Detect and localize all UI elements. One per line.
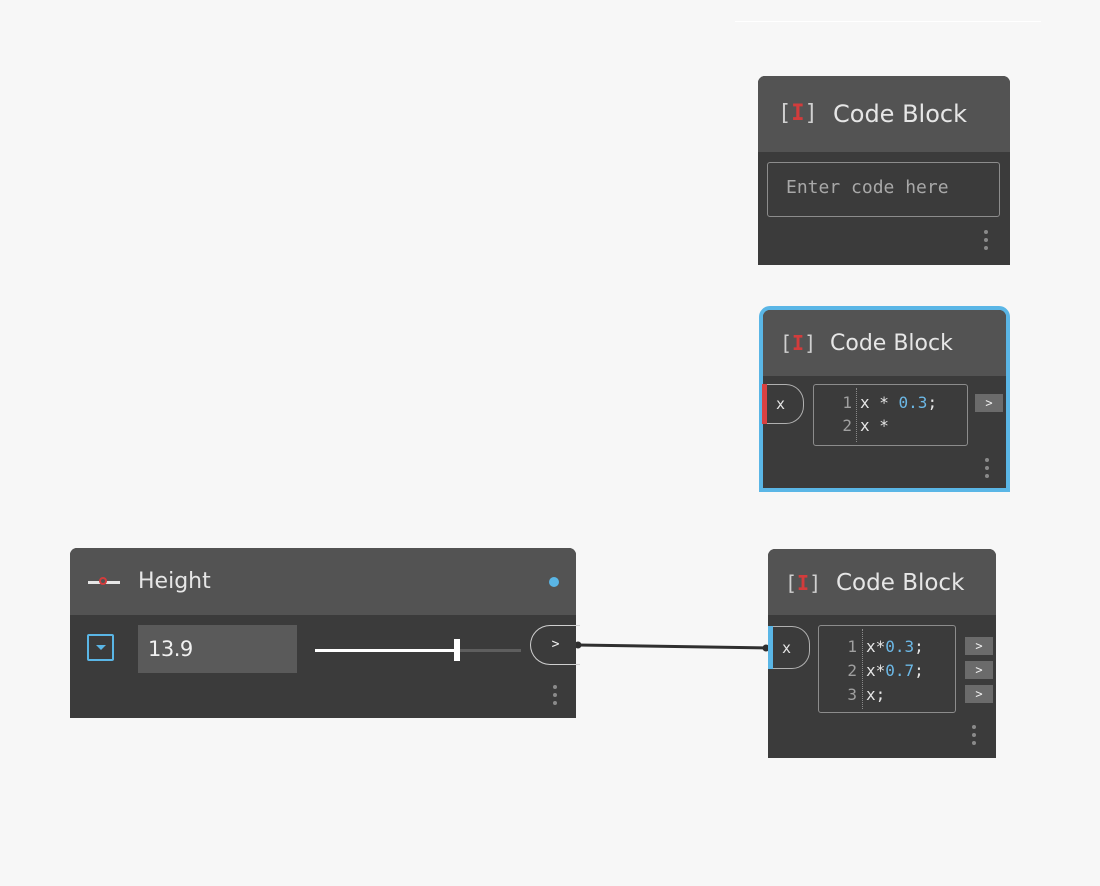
output-port[interactable]: > bbox=[965, 637, 993, 655]
output-port[interactable]: > bbox=[965, 661, 993, 679]
node-menu-icon[interactable] bbox=[553, 685, 557, 705]
height-slider-node[interactable]: Height > bbox=[70, 548, 580, 718]
node-title: Height bbox=[138, 569, 211, 594]
gutter-separator bbox=[856, 388, 857, 442]
code-block-node-connected[interactable]: [I] Code Block x 1 x*0.3; 2 x*0.7; 3 x; … bbox=[768, 549, 996, 758]
number-slider-icon bbox=[88, 577, 120, 585]
node-title: Code Block bbox=[830, 331, 953, 356]
code-editor[interactable]: 1 x * 0.3; 2 x * bbox=[813, 384, 968, 446]
node-menu-icon[interactable] bbox=[972, 725, 976, 745]
port-label: x bbox=[776, 395, 786, 413]
code-block-icon: [I] bbox=[785, 571, 822, 595]
code-input-field[interactable]: Enter code here bbox=[767, 162, 1000, 217]
slider-track[interactable] bbox=[315, 639, 521, 661]
code-block-icon: [I] bbox=[780, 331, 817, 355]
node-header[interactable]: [I] Code Block bbox=[763, 310, 1006, 376]
code-placeholder: Enter code here bbox=[786, 177, 949, 198]
code-block-node-selected[interactable]: [I] Code Block x 1 x * 0.3; 2 x * > bbox=[759, 306, 1010, 492]
output-port[interactable]: > bbox=[975, 394, 1003, 412]
node-title: Code Block bbox=[833, 100, 967, 128]
output-port[interactable]: > bbox=[965, 685, 993, 703]
code-block-node-empty[interactable]: [I] Code Block Enter code here bbox=[758, 76, 1010, 265]
port-error-indicator bbox=[762, 384, 767, 424]
port-connected-indicator bbox=[768, 626, 773, 669]
slider-thumb[interactable] bbox=[454, 639, 461, 661]
output-port[interactable]: > bbox=[530, 625, 580, 665]
node-title: Code Block bbox=[836, 570, 965, 596]
port-label: x bbox=[782, 638, 792, 657]
code-block-icon: [I] bbox=[778, 101, 818, 126]
node-header[interactable]: Height bbox=[70, 548, 576, 615]
node-menu-icon[interactable] bbox=[985, 458, 989, 478]
input-port-x[interactable]: x bbox=[768, 626, 810, 669]
code-editor[interactable]: 1 x*0.3; 2 x*0.7; 3 x; bbox=[818, 625, 956, 713]
gutter-separator bbox=[862, 629, 863, 709]
graph-canvas[interactable]: [I] Code Block Enter code here [I] Code … bbox=[0, 0, 1100, 886]
node-header[interactable]: [I] Code Block bbox=[768, 549, 996, 615]
node-menu-icon[interactable] bbox=[984, 230, 988, 250]
node-header[interactable]: [I] Code Block bbox=[758, 76, 1010, 152]
expand-dropdown-button[interactable] bbox=[87, 634, 114, 661]
connector-wire[interactable] bbox=[577, 643, 769, 650]
state-indicator-dot bbox=[549, 577, 559, 587]
canvas-divider bbox=[735, 21, 1041, 22]
value-input[interactable] bbox=[138, 625, 297, 673]
input-port-x[interactable]: x bbox=[762, 384, 804, 424]
slider-fill bbox=[315, 649, 458, 652]
